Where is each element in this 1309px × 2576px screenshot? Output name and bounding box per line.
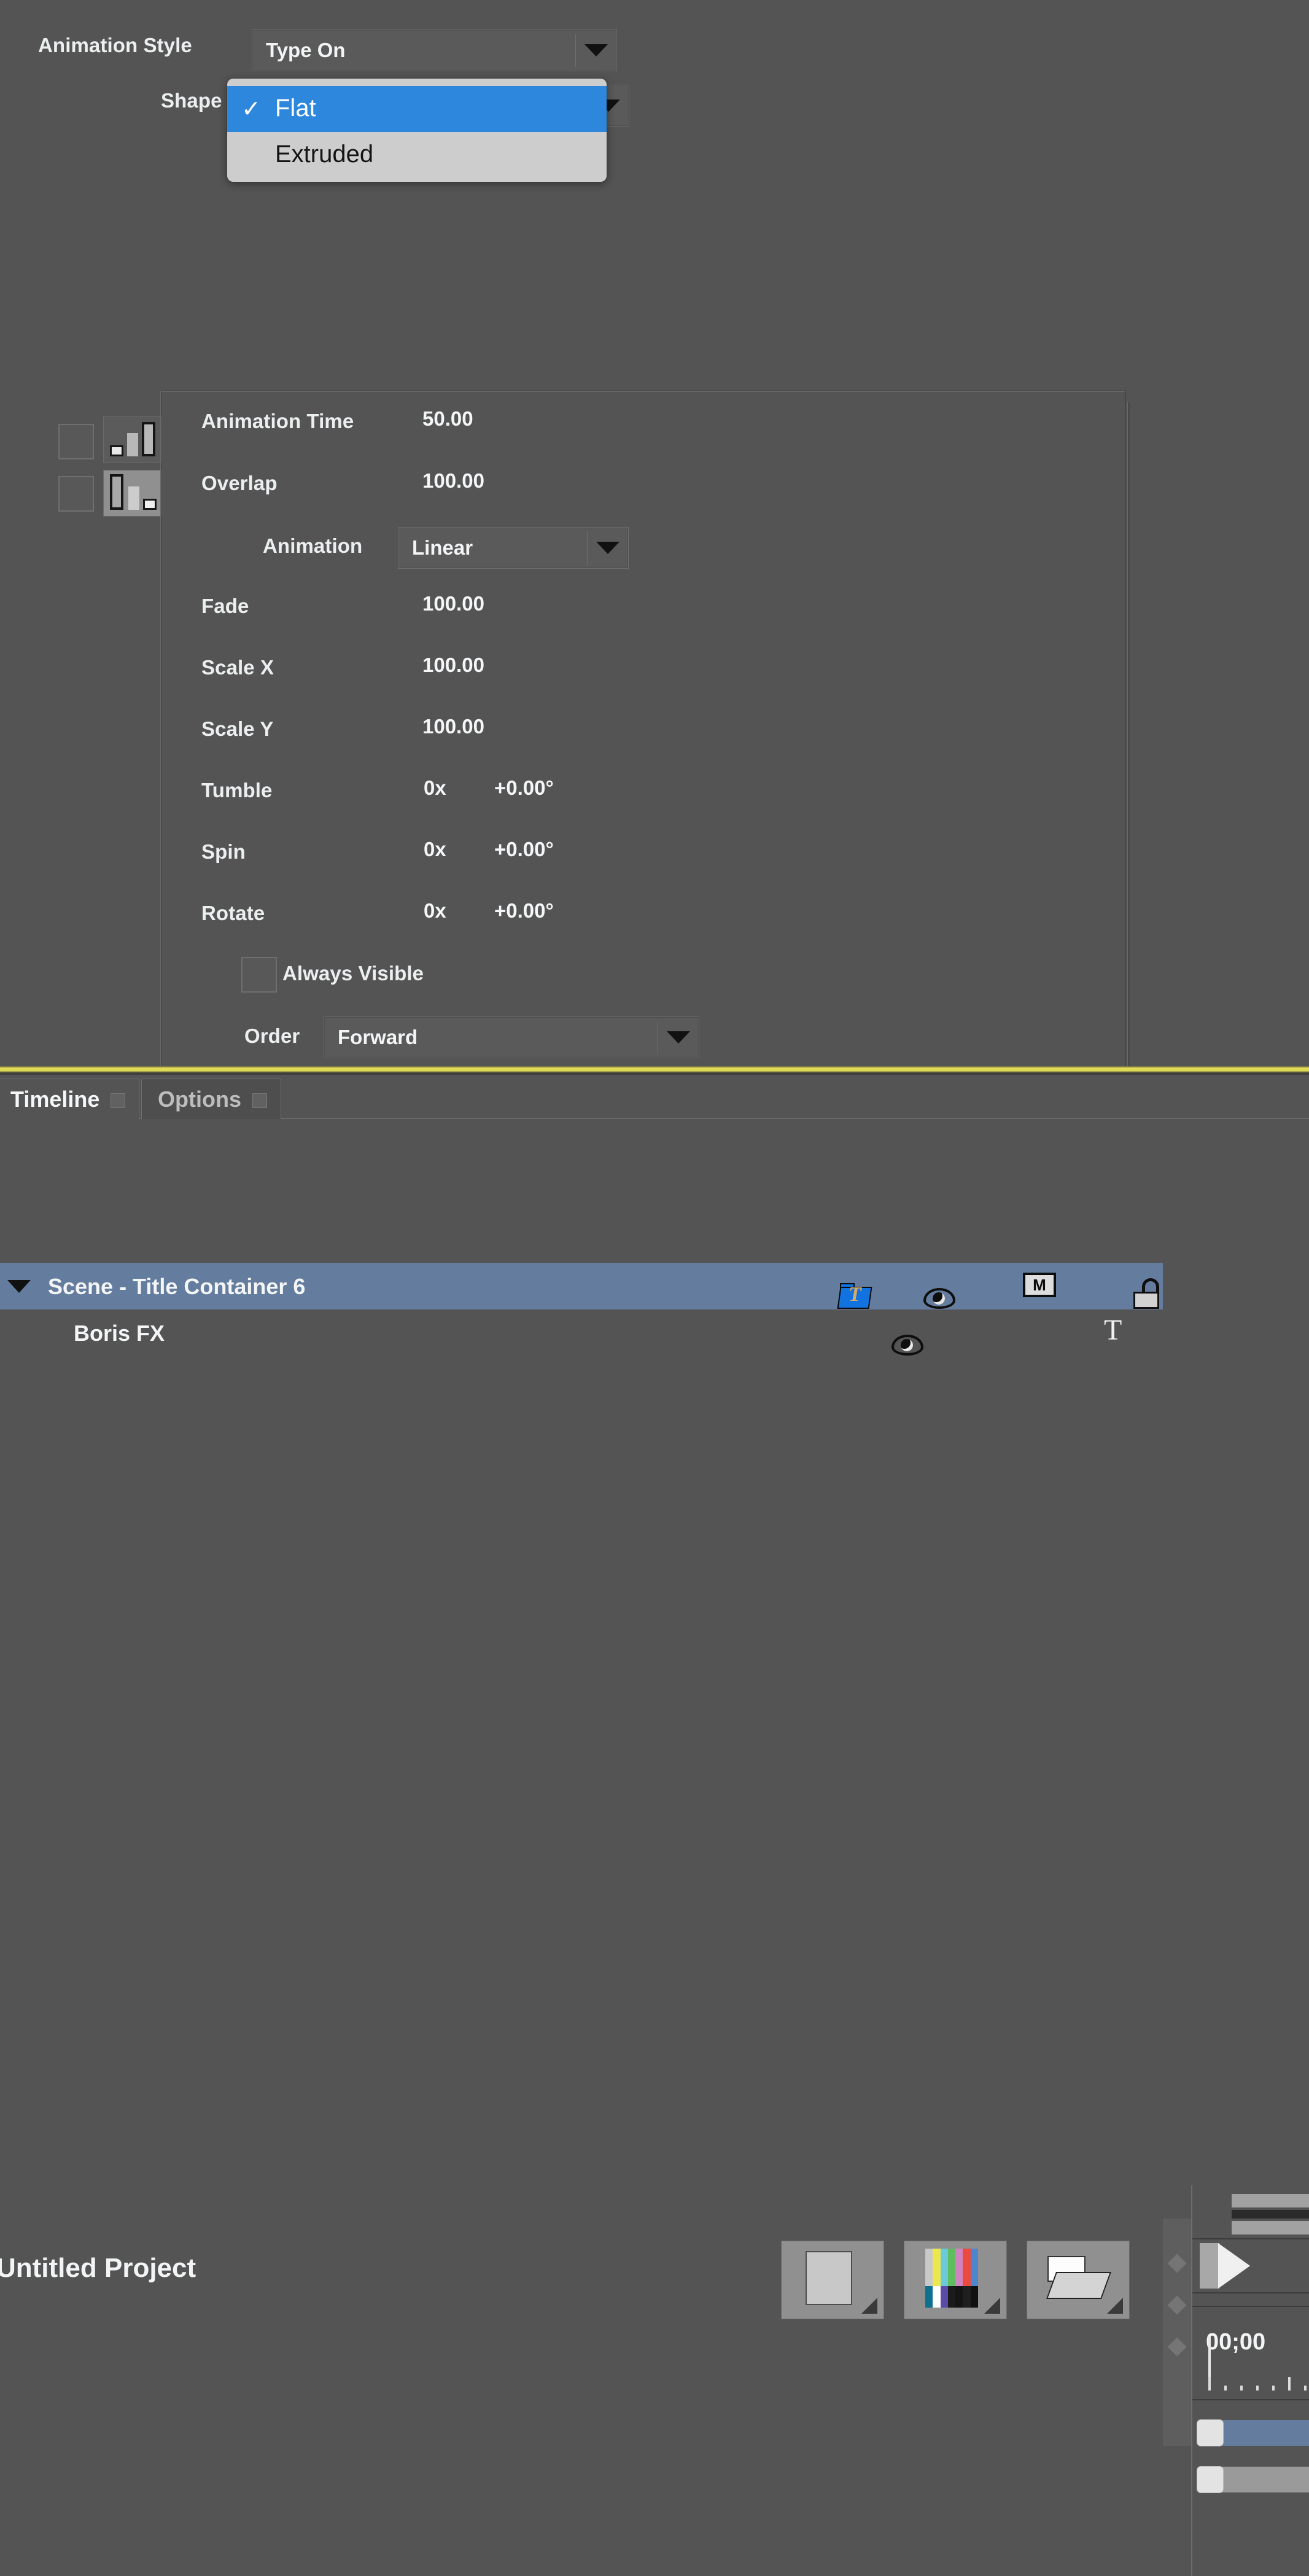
playhead-arrow-icon[interactable] — [1218, 2243, 1250, 2289]
timeline-keyframe-handle[interactable] — [1197, 2420, 1223, 2446]
tab-options-label: Options — [158, 1086, 241, 1112]
order-label: Order — [244, 1025, 300, 1047]
group-frame-right-edge — [1127, 402, 1130, 1066]
eye-icon[interactable] — [923, 1288, 955, 1309]
overlap-label: Overlap — [201, 472, 278, 494]
shape-dropdown-popup[interactable]: ✓ Flat Extruded — [227, 79, 607, 182]
tumble-label: Tumble — [201, 779, 273, 802]
tab-close-square-icon[interactable] — [252, 1093, 267, 1108]
new-media-button[interactable] — [781, 2241, 884, 2319]
color-bars-top-row — [925, 2249, 978, 2287]
ruler-separator — [1192, 2292, 1309, 2293]
always-visible-label: Always Visible — [282, 962, 424, 985]
overlap-value[interactable]: 100.00 — [422, 469, 484, 493]
zoom-bar-bottom[interactable] — [1232, 2221, 1309, 2234]
animation-style-dropdown[interactable]: Type On — [252, 29, 617, 71]
scale-y-label: Scale Y — [201, 717, 274, 740]
order-value: Forward — [338, 1026, 418, 1048]
animation-time-value[interactable]: 50.00 — [422, 407, 473, 431]
ruler-separator — [1192, 2399, 1309, 2400]
playhead-block[interactable] — [1200, 2243, 1219, 2289]
animation-style-label: Animation Style — [38, 34, 192, 57]
dropdown-corner-icon — [984, 2298, 1000, 2314]
chevron-down-icon — [7, 1280, 31, 1293]
dropdown-corner-icon — [1107, 2298, 1123, 2314]
unlock-icon[interactable] — [1131, 1278, 1162, 1309]
tab-options[interactable]: Options — [141, 1079, 281, 1119]
tab-timeline[interactable]: Timeline — [0, 1079, 140, 1119]
ramp-down-checkbox[interactable] — [58, 476, 94, 512]
zoom-bar-top[interactable] — [1232, 2194, 1309, 2207]
ramp-up-icon[interactable] — [103, 416, 162, 463]
eye-icon[interactable] — [891, 1335, 923, 1356]
table-row[interactable]: Scene - Title Container 6 T M — [0, 1263, 1163, 1309]
matte-box-icon[interactable]: M — [1023, 1273, 1056, 1297]
rotate-label: Rotate — [201, 902, 265, 924]
fade-label: Fade — [201, 595, 249, 617]
spin-degrees[interactable]: +0.00° — [494, 838, 554, 861]
fade-value[interactable]: 100.00 — [422, 592, 484, 615]
ruler-separator — [1192, 2238, 1309, 2239]
popup-item-label: Flat — [275, 94, 316, 122]
chevron-down-icon[interactable] — [576, 44, 616, 57]
tumble-revolutions[interactable]: 0x — [424, 776, 446, 800]
animation-time-label: Animation Time — [201, 410, 354, 432]
text-layer-icon[interactable]: T — [1104, 1316, 1122, 1345]
animation-curve-label: Animation — [263, 534, 363, 557]
spin-revolutions[interactable]: 0x — [424, 838, 446, 861]
tab-timeline-label: Timeline — [10, 1086, 100, 1112]
check-icon: ✓ — [241, 96, 261, 122]
ruler-ticks — [1208, 2377, 1309, 2391]
list-item-label: Scene - Title Container 6 — [48, 1274, 306, 1299]
rotate-revolutions[interactable]: 0x — [424, 899, 446, 923]
scale-x-value[interactable]: 100.00 — [422, 654, 484, 677]
dropdown-corner-icon — [861, 2298, 877, 2314]
blank-media-icon — [806, 2251, 852, 2305]
scale-x-label: Scale X — [201, 656, 274, 679]
timeline-bar-container[interactable] — [1208, 2420, 1309, 2446]
animation-style-value: Type On — [266, 39, 346, 61]
tab-close-square-icon[interactable] — [111, 1093, 126, 1108]
ramp-up-checkbox[interactable] — [58, 424, 94, 459]
tumble-degrees[interactable]: +0.00° — [494, 776, 554, 800]
zoom-bar-mid — [1232, 2210, 1309, 2219]
table-row[interactable]: Boris FX T — [0, 1309, 1163, 1356]
color-bars-bottom-row — [925, 2286, 978, 2308]
shape-label: Shape — [161, 89, 222, 112]
animation-curve-value: Linear — [412, 536, 473, 559]
timeline-keyframe-handle[interactable] — [1197, 2467, 1223, 2492]
animation-curve-dropdown[interactable]: Linear — [398, 527, 629, 569]
new-colorbars-button[interactable] — [904, 2241, 1007, 2319]
new-container-button[interactable] — [1027, 2241, 1130, 2319]
timeline-bar-text[interactable] — [1208, 2467, 1309, 2492]
parameters-panel: Animation Style Type On Shape Flat Anima… — [0, 0, 1309, 1070]
title-container-icon[interactable]: T — [837, 1283, 872, 1309]
panel-splitter-handle[interactable] — [1163, 2219, 1191, 2446]
panel-divider-highlight — [0, 1066, 1309, 1072]
color-bars-icon — [925, 2249, 978, 2308]
always-visible-checkbox[interactable] — [241, 957, 277, 993]
project-title: Untitled Project — [0, 2253, 196, 2283]
ruler-separator — [1192, 2306, 1309, 2307]
scale-y-value[interactable]: 100.00 — [422, 715, 484, 738]
popup-item-flat[interactable]: ✓ Flat — [227, 86, 607, 132]
spin-label: Spin — [201, 840, 246, 863]
chevron-down-icon[interactable] — [588, 542, 628, 554]
timeline-ruler-column: 00;00 — [1191, 2185, 1309, 2576]
folder-icon — [1046, 2256, 1112, 2301]
chevron-down-icon[interactable] — [658, 1031, 699, 1044]
list-item-label: Boris FX — [74, 1321, 165, 1346]
rotate-degrees[interactable]: +0.00° — [494, 899, 554, 923]
timecode-label: 00;00 — [1206, 2329, 1266, 2355]
ramp-down-icon[interactable] — [103, 470, 162, 517]
order-dropdown[interactable]: Forward — [324, 1017, 699, 1058]
popup-item-extruded[interactable]: Extruded — [227, 132, 607, 178]
popup-item-label: Extruded — [275, 140, 374, 168]
